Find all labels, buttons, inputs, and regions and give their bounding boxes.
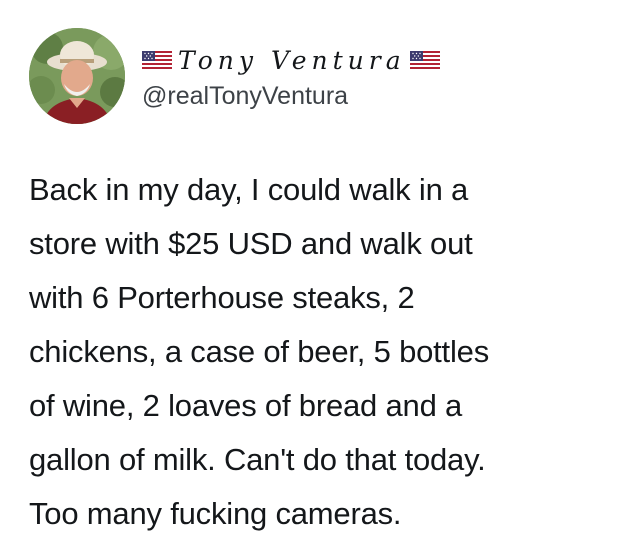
user-handle[interactable]: @realTonyVentura bbox=[142, 82, 582, 110]
avatar-photo bbox=[29, 28, 125, 124]
tweet-text-line: Too many fucking cameras. bbox=[29, 496, 402, 531]
us-flag-icon bbox=[142, 51, 172, 71]
display-name-row[interactable]: Tony Ventura bbox=[142, 46, 582, 76]
tweet-text-line: Back in my day, I could walk in a bbox=[29, 172, 469, 207]
tweet-text-line: of wine, 2 loaves of bread and a bbox=[29, 388, 463, 423]
tweet-text-line: with 6 Porterhouse steaks, 2 bbox=[29, 280, 415, 315]
tweet-header: Tony Ventura @realTonyVentura bbox=[29, 28, 589, 128]
tweet-text: Back in my day, I could walk in a store … bbox=[29, 163, 619, 541]
display-name[interactable]: Tony Ventura bbox=[172, 46, 410, 76]
author-info: Tony Ventura @realTonyVentura bbox=[142, 46, 582, 110]
tweet-card: Tony Ventura @realTonyVentura Back in my… bbox=[0, 0, 640, 548]
avatar[interactable] bbox=[29, 28, 125, 124]
us-flag-icon bbox=[409, 51, 440, 71]
tweet-text-line: gallon of milk. Can't do that today. bbox=[29, 442, 486, 477]
tweet-text-line: store with $25 USD and walk out bbox=[29, 226, 473, 261]
tweet-text-line: chickens, a case of beer, 5 bottles bbox=[29, 334, 489, 369]
